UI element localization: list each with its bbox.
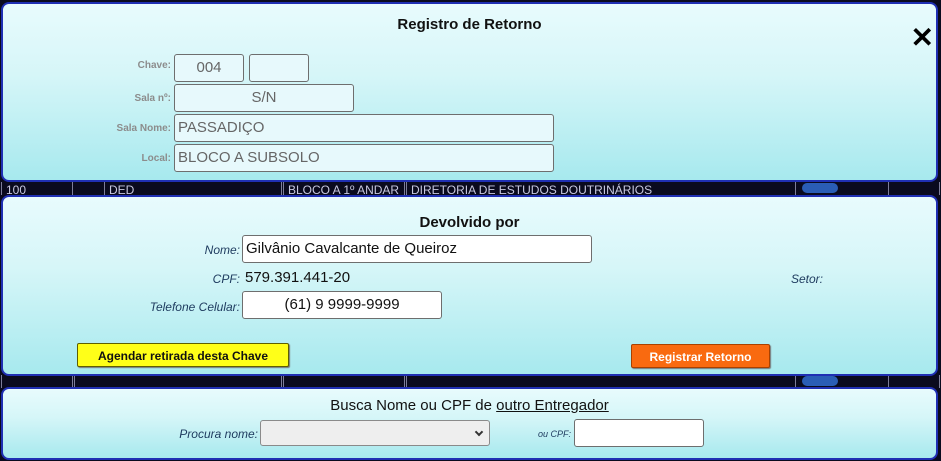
close-icon[interactable]: ✕ xyxy=(911,24,934,52)
sala-nome-field: PASSADIÇO xyxy=(174,114,554,142)
devolvido-panel: Devolvido por Nome: Gilvânio Cavalcante … xyxy=(1,195,938,376)
nome-label: Nome: xyxy=(204,243,240,257)
sala-label: Sala nº: xyxy=(134,93,171,104)
telefone-input[interactable]: (61) 9 9999-9999 xyxy=(242,291,442,319)
registro-retorno-panel: Registro de Retorno ✕ Chave: 004 Sala nº… xyxy=(1,2,938,182)
devolvido-title: Devolvido por xyxy=(419,214,520,231)
background-cell: DED xyxy=(104,182,282,195)
key-icon xyxy=(802,376,838,386)
busca-panel: Busca Nome ou CPF de outro Entregador Pr… xyxy=(1,387,938,460)
local-label: Local: xyxy=(141,153,171,164)
telefone-label: Telefone Celular: xyxy=(149,300,240,314)
background-cell: BLOCO A 1º ANDAR xyxy=(283,182,405,195)
background-cell: 100 xyxy=(1,182,73,195)
background-cell: DIRETORIA DE ESTUDOS DOUTRINÁRIOS xyxy=(406,182,796,195)
ou-cpf-label: ou CPF: xyxy=(537,429,571,439)
local-field: BLOCO A SUBSOLO xyxy=(174,144,554,172)
procura-nome-select[interactable] xyxy=(260,420,490,446)
cpf-label: CPF: xyxy=(212,272,240,286)
chave-extra-field xyxy=(249,54,309,82)
key-icon xyxy=(802,183,838,193)
setor-label: Setor: xyxy=(790,272,823,286)
busca-title: Busca Nome ou CPF de outro Entregador xyxy=(3,397,936,414)
sala-field: S/N xyxy=(174,84,354,112)
chevron-down-icon xyxy=(474,427,484,437)
agendar-retirada-button[interactable]: Agendar retirada desta Chave xyxy=(77,343,289,367)
cpf-value: 579.391.441-20 xyxy=(245,269,351,286)
sala-nome-label: Sala Nome: xyxy=(116,123,171,134)
busca-cpf-input[interactable] xyxy=(574,419,704,447)
background-cell xyxy=(888,182,940,195)
background-table-row: 100 DED BLOCO A 1º ANDAR DIRETORIA DE ES… xyxy=(0,182,941,195)
chave-label: Chave: xyxy=(137,60,171,71)
procura-nome-label: Procura nome: xyxy=(179,427,258,441)
nome-input[interactable]: Gilvânio Cavalcante de Queiroz xyxy=(242,235,592,263)
registrar-retorno-button[interactable]: Registrar Retorno xyxy=(631,344,770,368)
outro-entregador-link[interactable]: outro Entregador xyxy=(496,397,609,414)
busca-title-prefix: Busca Nome ou CPF de xyxy=(330,397,497,414)
panel-title: Registro de Retorno xyxy=(397,16,542,33)
chave-field: 004 xyxy=(174,54,244,82)
